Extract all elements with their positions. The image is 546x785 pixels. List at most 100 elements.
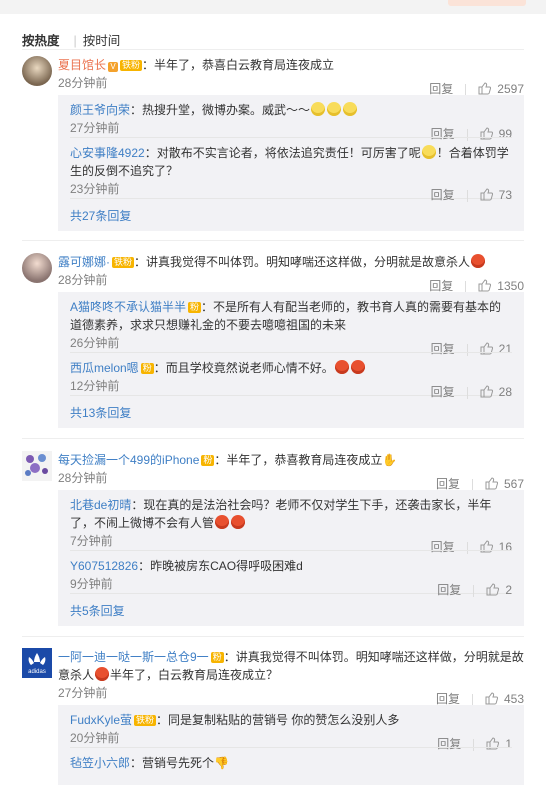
reply-text: ：热搜升堂，微博办案。威武～～ [130,103,311,117]
thumb-up-icon [485,477,498,490]
thumb-up-icon [480,188,493,201]
emoji-icon [311,102,326,116]
emoji-icon [421,145,436,159]
reply-item: 颜王爷向荣：热搜升堂，微博办案。威武～～ 27分钟前 回复 99 [70,95,512,141]
comment-author[interactable]: 每天捡漏一个499的iPhone [58,453,199,467]
reply-author[interactable]: 心安事隆4922 [70,146,145,160]
emoji-icon [327,102,342,116]
comment-text: ：讲真我觉得不叫体罚。明知哮喘还这样做，分明就是故意杀人 [134,255,471,269]
like-button[interactable]: 73 [480,188,512,202]
like-count: 73 [498,188,512,202]
emoji-icon [343,102,358,116]
avatar[interactable] [22,253,52,283]
thumb-up-icon [485,692,498,705]
reply-item: FudxKyle萤 铁粉 ：同是复制粘贴的营销号 你的赞怎么没别人多 20分钟前 回… [70,705,512,751]
reply-time: 26分钟前 [70,336,120,350]
comment-time: 28分钟前 [58,76,108,90]
action-separator [473,584,475,597]
reply-item: Y607512826：昨晚被房东CAO得呼吸困难d 9分钟前 回复 2 [70,550,512,597]
like-button[interactable]: 453 [485,692,524,706]
reply-author[interactable]: A猫咚咚不承认猫半半 [70,300,186,314]
like-button[interactable]: 567 [485,477,524,491]
avatar[interactable]: adidas [22,648,52,678]
reply-item: 北巷de初晴：现在真的是法治社会吗？老师不仅对学生下手，还袭击家长，半年了，不闹… [70,490,512,554]
reply-author[interactable]: FudxKyle萤 [70,713,132,727]
like-button[interactable]: 2597 [478,82,524,96]
fan-badge-icon: 粉 [188,302,202,313]
like-button[interactable]: 28 [480,385,512,399]
reply-list: FudxKyle萤 铁粉 ：同是复制粘贴的营销号 你的赞怎么没别人多 20分钟前 回… [58,705,524,785]
like-count: 453 [503,692,524,706]
reply-list: 颜王爷向荣：热搜升堂，微博办案。威武～～ 27分钟前 回复 99 心安事隆4922… [58,95,524,231]
flower-icon [25,454,48,476]
emoji-icon [471,254,486,268]
reply-time: 27分钟前 [70,121,120,135]
comment-text: ：半年了，恭喜教育局连夜成立 [214,453,383,467]
comment-text-cont: 半年了，白云教育局连夜成立？ [110,668,279,682]
comment-author[interactable]: 一阿一迪一哒一斯一总仓9一 [58,650,209,664]
avatar[interactable] [22,451,52,481]
adidas-logo-icon: adidas [28,653,46,675]
emoji-icon [215,515,230,529]
vip-icon: V [108,62,119,72]
like-button[interactable]: 2 [486,583,512,597]
reply-author[interactable]: 北巷de初晴 [70,498,131,512]
emoji-icon [231,515,246,529]
reply-time: 12分钟前 [70,379,120,393]
reply-text: ：同是复制粘贴的营销号 你的赞怎么没别人多 [156,713,400,727]
like-count: 28 [498,385,512,399]
svg-text:adidas: adidas [28,669,46,675]
reply-author[interactable]: 西瓜melon嗯 [70,361,139,375]
like-count: 2 [505,583,512,597]
sort-separator: | [73,34,77,48]
top-pill [448,0,526,6]
comment-time: 28分钟前 [58,273,108,287]
reply-time: 23分钟前 [70,182,120,196]
reply-item: 毡笠小六郎：营销号先死个👎 [70,747,512,772]
reply-text: ：营销号先死个 [130,756,215,770]
reply-text: ：对散布不实言论者，将依法追究责任！可厉害了呢 [144,146,421,160]
thumb-up-icon [480,385,493,398]
like-count: 2597 [497,82,524,96]
like-count: 1350 [497,279,524,293]
thumb-up-icon [478,279,492,292]
fan-badge-icon: 粉 [140,363,154,374]
action-separator [466,189,468,202]
comment-time: 28分钟前 [58,471,108,485]
reply-list: A猫咚咚不承认猫半半粉：不是所有人有配当老师的，教书育人真的需要有基本的道德素养… [58,292,524,428]
emoji-icon [334,360,349,374]
emoji-icon [95,667,110,681]
reply-time: 9分钟前 [70,577,113,591]
comment-divider [22,240,524,241]
reply-text: ：而且学校竟然说老师心情不好。 [153,361,334,375]
like-button[interactable]: 1350 [478,279,524,293]
comment-text: ：半年了，恭喜白云教育局连夜成立 [142,58,335,72]
comment-divider [22,438,524,439]
avatar[interactable] [22,56,52,86]
comment-author[interactable]: 夏目馆长 [58,58,106,72]
reply-author[interactable]: 毡笠小六郎 [70,756,130,770]
reply-button[interactable]: 回复 [431,377,455,401]
fan-badge-icon: 铁粉 [134,715,157,726]
reply-text: ：现在真的是法治社会吗？老师不仅对学生下手，还袭击家长，半年了，不闹上微博不会有… [70,498,492,530]
reply-author[interactable]: 颜王爷向荣 [70,103,130,117]
reply-button[interactable]: 回复 [431,180,455,204]
fan-badge-icon: 粉 [201,455,215,466]
sort-time-tab[interactable]: 按时间 [83,30,121,49]
reply-item: 西瓜melon嗯粉：而且学校竟然说老师心情不好。 12分钟前 回复 28 [70,352,512,399]
reply-button[interactable]: 回复 [437,575,461,599]
reply-time: 7分钟前 [70,534,113,548]
like-count: 567 [503,477,524,491]
emoji-icon [350,360,365,374]
top-strip [0,0,546,14]
reply-author[interactable]: Y607512826 [70,559,138,573]
action-separator [466,386,468,399]
reply-item: 心安事隆4922：对散布不实言论者，将依法追究责任！可厉害了呢 ！合着体罚学生的反… [70,137,512,202]
sort-hot-tab[interactable]: 按热度 [22,30,60,49]
comment-time: 27分钟前 [58,686,108,700]
fan-badge-icon: 铁粉 [112,257,135,268]
gesture-icon: 👎 [214,756,229,770]
comment-author[interactable]: 露可娜娜· [58,255,110,269]
sort-bar: 按热度 | 按时间 [22,30,134,49]
sort-divider [22,49,524,50]
